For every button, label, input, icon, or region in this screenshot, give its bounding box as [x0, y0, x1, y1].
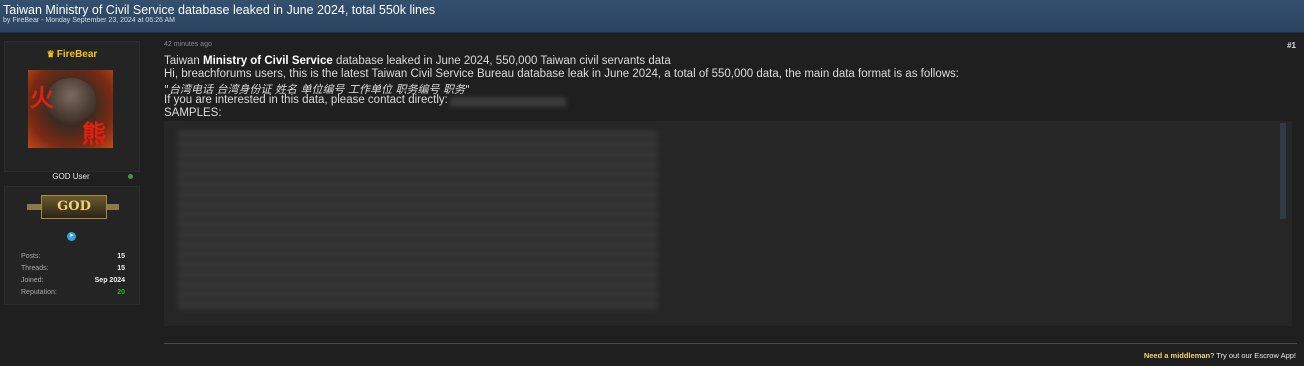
post-line-2: Hi, breachforums users, this is the late…	[164, 68, 959, 80]
post-divider	[164, 343, 1297, 344]
user-stats-card: GOD ➤ Posts: 15 Threads: 15 Joined: Sep …	[4, 186, 140, 305]
stat-reputation: Reputation: 20	[21, 289, 125, 296]
badge-plate: GOD	[41, 195, 107, 219]
samples-scrollbar[interactable]	[1280, 123, 1286, 219]
stat-joined: Joined: Sep 2024	[21, 277, 125, 284]
user-card: ♛ FireBear 火 熊	[4, 41, 140, 172]
avatar-char-fire: 火	[30, 84, 54, 112]
blurred-sample-data	[178, 131, 658, 311]
username[interactable]: FireBear	[57, 49, 98, 60]
online-status-icon	[128, 174, 133, 179]
stat-posts: Posts: 15	[21, 253, 125, 260]
post: ♛FireBear 火 熊 GOD User GOD ➤ Posts: 15	[0, 33, 1304, 366]
thread-title: Taiwan Ministry of Civil Service databas…	[3, 3, 436, 17]
user-role: GOD User	[4, 170, 138, 184]
post-content: 42 minutes ago #1 Taiwan Ministry of Civ…	[163, 33, 1299, 366]
post-time[interactable]: 42 minutes ago	[164, 41, 212, 48]
avatar-char-bear: 熊	[82, 120, 106, 148]
post-line-samples: SAMPLES:	[164, 107, 222, 119]
crown-icon: ♛	[46, 49, 55, 59]
escrow-promo[interactable]: Need a middleman? Try out our Escrow App…	[1144, 351, 1296, 360]
post-line-contact: If you are interested in this data, plea…	[164, 94, 448, 106]
thread-header: Taiwan Ministry of Civil Service databas…	[0, 0, 1304, 33]
username-row[interactable]: ♛ FireBear	[5, 49, 139, 60]
samples-box[interactable]	[164, 121, 1292, 326]
author-sidebar: ♛FireBear 火 熊 GOD User GOD ➤ Posts: 15	[4, 41, 140, 305]
redacted-contact	[450, 97, 566, 107]
avatar[interactable]: 火 熊	[28, 70, 113, 148]
bold-org-name: Ministry of Civil Service	[203, 55, 333, 67]
role-label: GOD User	[52, 172, 90, 181]
god-rank-badge: GOD	[27, 195, 119, 219]
stat-threads: Threads: 15	[21, 265, 125, 272]
escrow-promo-bold[interactable]: Need a middleman	[1144, 351, 1210, 360]
thread-meta: by FireBear - Monday September 23, 2024 …	[3, 17, 175, 24]
post-line-1: Taiwan Ministry of Civil Service databas…	[164, 55, 671, 67]
post-number[interactable]: #1	[1287, 41, 1296, 50]
telegram-icon[interactable]: ➤	[67, 232, 76, 241]
